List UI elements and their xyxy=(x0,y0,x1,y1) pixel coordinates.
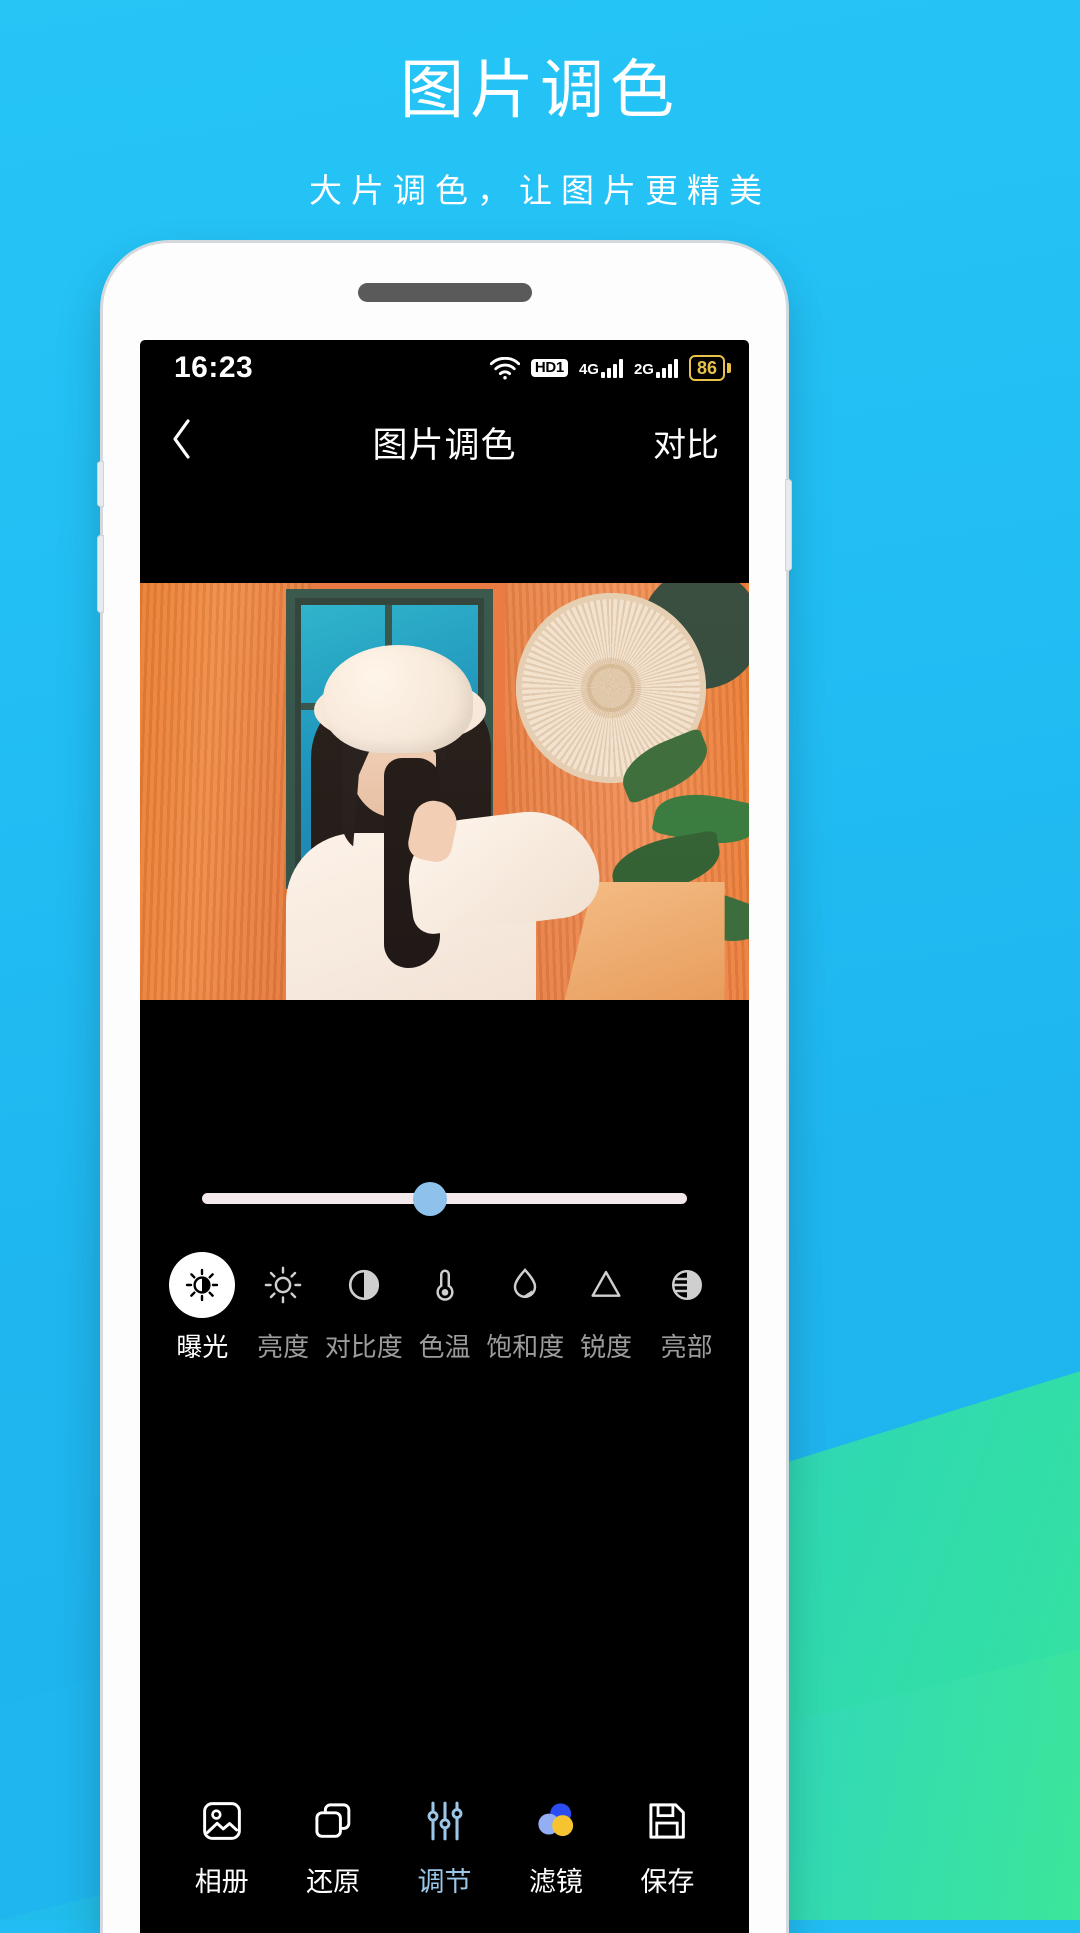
saturation-icon xyxy=(492,1252,558,1318)
bottom-item-adjust[interactable]: 调节 xyxy=(389,1794,500,1899)
album-icon xyxy=(166,1794,277,1848)
tool-saturation[interactable]: 饱和度 xyxy=(485,1252,566,1364)
highlights-icon xyxy=(654,1252,720,1318)
tool-label: 对比度 xyxy=(324,1332,403,1362)
bottom-item-label: 调节 xyxy=(417,1867,472,1897)
bottom-item-restore[interactable]: 还原 xyxy=(277,1794,388,1899)
bottom-item-save[interactable]: 保存 xyxy=(612,1794,723,1899)
bottom-item-label: 保存 xyxy=(640,1867,695,1897)
battery-icon: 86 xyxy=(688,355,731,381)
bottom-item-label: 滤镜 xyxy=(528,1867,583,1897)
tool-label: 亮部 xyxy=(660,1332,713,1362)
contrast-icon xyxy=(331,1252,397,1318)
tool-label: 色温 xyxy=(418,1332,471,1362)
tool-label: 锐度 xyxy=(579,1332,632,1362)
battery-tip xyxy=(727,363,731,373)
tool-contrast[interactable]: 对比度 xyxy=(323,1252,404,1364)
status-bar: 16:23 HD1 4G 2G 86 xyxy=(140,340,749,396)
save-floppy-icon xyxy=(612,1794,723,1848)
signal-2g-icon: 2G xyxy=(634,358,678,378)
tool-highlights[interactable]: 亮部 xyxy=(646,1252,727,1364)
temperature-icon xyxy=(412,1252,478,1318)
bottom-item-album[interactable]: 相册 xyxy=(166,1794,277,1899)
bottom-item-label: 相册 xyxy=(194,1867,249,1897)
promo-subtitle: 大片调色，让图片更精美 xyxy=(309,172,771,209)
tool-exposure[interactable]: 曝光 xyxy=(162,1252,243,1364)
phone-speaker-grille xyxy=(357,283,532,302)
photo-color-grade-overlay xyxy=(140,583,749,1000)
exposure-icon xyxy=(169,1252,236,1318)
back-button[interactable] xyxy=(170,418,194,467)
tool-label: 曝光 xyxy=(176,1332,229,1362)
restore-icon xyxy=(277,1794,388,1848)
compare-button[interactable]: 对比 xyxy=(653,418,719,466)
promo-title: 图片调色 xyxy=(400,54,680,126)
phone-button-power[interactable] xyxy=(785,479,792,571)
status-time: 16:23 xyxy=(174,351,254,384)
preview-padding-bottom xyxy=(140,1000,749,1155)
signal-4g-icon: 4G xyxy=(579,358,623,378)
preview-padding-top xyxy=(140,488,749,583)
tool-brightness[interactable]: 亮度 xyxy=(243,1252,324,1364)
tool-sharpness[interactable]: 锐度 xyxy=(566,1252,647,1364)
bottom-toolbar: 相册 还原 调节 滤镜 保存 xyxy=(140,1768,749,1933)
phone-button-mute[interactable] xyxy=(97,461,104,507)
brightness-icon xyxy=(250,1252,316,1318)
battery-level: 86 xyxy=(688,355,725,381)
tool-temperature[interactable]: 色温 xyxy=(404,1252,485,1364)
tool-label: 饱和度 xyxy=(486,1332,565,1362)
phone-screen: 16:23 HD1 4G 2G 86 图片调色 对比 曝光 亮度 对比度 色温 … xyxy=(140,340,749,1933)
adjust-slider[interactable] xyxy=(202,1181,687,1216)
adjust-slider-wrap xyxy=(140,1155,749,1216)
status-icons: HD1 4G 2G 86 xyxy=(489,355,731,381)
nav-bar: 图片调色 对比 xyxy=(140,396,749,488)
photo-preview[interactable] xyxy=(140,583,749,1000)
hd-voice-badge: HD1 xyxy=(530,359,568,377)
wifi-icon xyxy=(489,356,520,380)
adjust-tool-row: 曝光 亮度 对比度 色温 饱和度 锐度 亮部 xyxy=(140,1204,749,1364)
promo-header: 图片调色 大片调色，让图片更精美 xyxy=(0,0,1080,212)
adjust-sliders-icon xyxy=(389,1794,500,1848)
sharpness-icon xyxy=(573,1252,639,1318)
tool-label: 亮度 xyxy=(257,1332,310,1362)
adjust-slider-thumb[interactable] xyxy=(412,1181,447,1216)
bottom-item-label: 还原 xyxy=(306,1867,361,1897)
phone-button-volume[interactable] xyxy=(97,535,104,613)
filter-circles-icon xyxy=(500,1794,611,1848)
phone-mockup: 16:23 HD1 4G 2G 86 图片调色 对比 曝光 亮度 对比度 色温 … xyxy=(97,243,792,1933)
bottom-item-filter[interactable]: 滤镜 xyxy=(500,1794,611,1899)
